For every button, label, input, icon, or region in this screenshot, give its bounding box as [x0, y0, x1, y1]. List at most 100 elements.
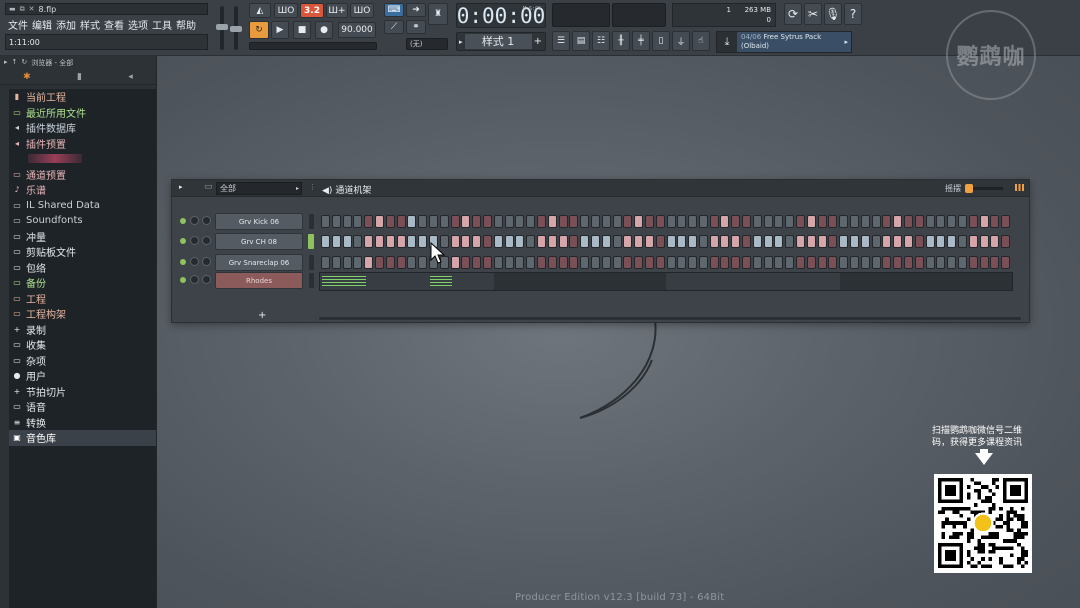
- menu-help[interactable]: 帮助: [176, 17, 196, 32]
- step-button[interactable]: [688, 256, 698, 269]
- close-icon[interactable]: ✕: [29, 5, 35, 13]
- step-button[interactable]: [450, 256, 460, 269]
- step-button[interactable]: [644, 215, 654, 228]
- browser-item[interactable]: ▭ 备份: [9, 275, 156, 291]
- step-button[interactable]: [612, 235, 622, 248]
- step-button[interactable]: [698, 235, 708, 248]
- step-button[interactable]: [947, 256, 957, 269]
- step-button[interactable]: [590, 235, 600, 248]
- step-button[interactable]: [666, 256, 676, 269]
- step-button[interactable]: [461, 256, 471, 269]
- step-button[interactable]: [850, 235, 860, 248]
- step-button[interactable]: [666, 235, 676, 248]
- step-button[interactable]: [385, 256, 395, 269]
- step-button[interactable]: [547, 256, 557, 269]
- rack-grip-icon[interactable]: ⋮: [309, 183, 316, 191]
- help-icon[interactable]: ?: [844, 3, 862, 25]
- channel-mute-led[interactable]: [180, 277, 186, 283]
- step-button[interactable]: [342, 256, 352, 269]
- channel-filter-select[interactable]: 全部 ▸: [216, 182, 302, 195]
- browser-icon[interactable]: ▯: [652, 31, 670, 51]
- step-button[interactable]: [828, 215, 838, 228]
- step-button[interactable]: [515, 235, 525, 248]
- channel-mute-led[interactable]: [180, 218, 186, 224]
- step-button[interactable]: [558, 235, 568, 248]
- step-button[interactable]: [590, 215, 600, 228]
- tools-icon[interactable]: ✂: [804, 3, 822, 25]
- step-button[interactable]: [385, 215, 395, 228]
- step-button[interactable]: [526, 256, 536, 269]
- step-button[interactable]: [817, 235, 827, 248]
- step-button[interactable]: [742, 215, 752, 228]
- browser-item[interactable]: ▭ 包络: [9, 260, 156, 276]
- piano-roll-icon[interactable]: ▤: [572, 31, 590, 51]
- step-button[interactable]: [796, 215, 806, 228]
- browser-item[interactable]: + 节拍切片: [9, 384, 156, 400]
- tab-current-project-icon[interactable]: ▮: [77, 72, 82, 82]
- step-button[interactable]: [774, 215, 784, 228]
- step-button[interactable]: [321, 235, 330, 248]
- step-button[interactable]: [958, 215, 968, 228]
- step-button[interactable]: [580, 256, 590, 269]
- step-button[interactable]: [418, 256, 428, 269]
- step-button[interactable]: [882, 215, 892, 228]
- channel-pan-knob[interactable]: [190, 216, 199, 225]
- channel-rack-icon[interactable]: ☷: [592, 31, 610, 51]
- step-button[interactable]: [644, 256, 654, 269]
- steps-per-bar-icon[interactable]: [1015, 184, 1025, 191]
- step-button[interactable]: [353, 215, 363, 228]
- snap-select[interactable]: (无): [406, 38, 448, 50]
- metronome-icon[interactable]: ◭: [249, 3, 271, 18]
- tab-plugin-database-icon[interactable]: ◂: [128, 72, 133, 82]
- step-button[interactable]: [688, 215, 698, 228]
- channel-pan-knob[interactable]: [190, 236, 199, 245]
- browser-back-icon[interactable]: ↑: [12, 58, 18, 67]
- step-button[interactable]: [688, 235, 698, 248]
- step-button[interactable]: [979, 256, 989, 269]
- step-button[interactable]: [407, 256, 417, 269]
- step-button[interactable]: [364, 256, 374, 269]
- step-button[interactable]: [580, 235, 590, 248]
- add-channel-button[interactable]: +: [258, 310, 266, 321]
- step-button[interactable]: [720, 215, 730, 228]
- browser-item[interactable]: ▭ IL Shared Data: [9, 198, 156, 214]
- step-button[interactable]: [1001, 215, 1011, 228]
- step-button[interactable]: [450, 215, 460, 228]
- pattern-selector[interactable]: ▸ 样式 1 +: [456, 32, 546, 51]
- step-button[interactable]: [331, 256, 341, 269]
- step-button[interactable]: [396, 235, 406, 248]
- channel-mute-led[interactable]: [180, 259, 186, 265]
- link-icon[interactable]: ⚭: [406, 20, 426, 34]
- step-button[interactable]: [958, 235, 968, 248]
- step-button[interactable]: [990, 215, 1000, 228]
- step-button[interactable]: [914, 235, 924, 248]
- menu-edit[interactable]: 编辑: [32, 17, 52, 32]
- step-button[interactable]: [968, 235, 978, 248]
- minimize-icon[interactable]: ▬: [9, 5, 16, 13]
- typing-keyboard-icon[interactable]: ⌨: [384, 3, 404, 17]
- step-button[interactable]: [806, 256, 816, 269]
- time-display[interactable]: 0:00:00 M:S:CS: [456, 3, 546, 28]
- step-button[interactable]: [882, 235, 892, 248]
- channel-select-indicator[interactable]: [309, 273, 314, 288]
- master-pitch-slider[interactable]: [230, 6, 242, 50]
- step-button[interactable]: [677, 256, 687, 269]
- step-button[interactable]: [331, 215, 341, 228]
- plugin-manager-icon[interactable]: ⏚: [672, 31, 690, 51]
- step-button[interactable]: [418, 215, 428, 228]
- browser-item[interactable]: ▮ 当前工程: [9, 89, 156, 105]
- step-button[interactable]: [785, 215, 795, 228]
- tab-all-icon[interactable]: ✱: [23, 72, 31, 82]
- browser-item[interactable]: ▭ 语音: [9, 399, 156, 415]
- step-button[interactable]: [655, 256, 665, 269]
- rack-options-icon[interactable]: ▭: [204, 182, 213, 192]
- step-button[interactable]: [612, 215, 622, 228]
- step-button[interactable]: [590, 256, 600, 269]
- step-button[interactable]: [331, 235, 341, 248]
- step-edit-icon[interactable]: ➜: [406, 3, 426, 17]
- news-title[interactable]: Free Sytrus Pack: [763, 33, 821, 41]
- tempo-display[interactable]: 90.000: [338, 22, 376, 38]
- mixer-icon[interactable]: ╫: [612, 31, 630, 51]
- step-button[interactable]: [558, 256, 568, 269]
- step-button[interactable]: [385, 235, 395, 248]
